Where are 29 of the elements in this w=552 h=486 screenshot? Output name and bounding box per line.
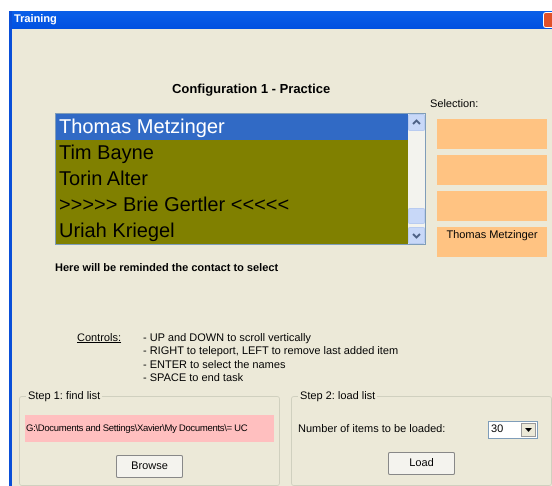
list-item[interactable]: Thomas Metzinger (56, 114, 408, 140)
path-field[interactable]: G:\Documents and Settings\Xavier\My Documents\= UC (25, 414, 274, 442)
heading: Configuration 1 - Practice (172, 81, 330, 96)
group-title: Step 1: find list (26, 390, 102, 404)
list-item[interactable]: Uriah Kriegel (56, 218, 408, 244)
list-item[interactable]: Torin Alter (56, 166, 408, 192)
load-button[interactable]: Load (388, 452, 455, 475)
control-hint: - UP and DOWN to scroll vertically (143, 332, 311, 344)
control-hint: - ENTER to select the names (143, 358, 286, 371)
items-count-dropdown[interactable]: 30 (488, 420, 538, 439)
browse-button[interactable]: Browse (116, 454, 183, 478)
window-title: Training (14, 13, 57, 27)
control-hint: - RIGHT to teleport, LEFT to remove last added item (143, 345, 398, 358)
list-item[interactable]: >>>>> Brie Gertler <<<<< (56, 192, 408, 218)
close-button[interactable] (543, 12, 552, 28)
name-listbox[interactable]: Thomas Metzinger Tim Bayne Torin Alter >>>>> Brie Gertler <<<<< Uriah Kriegel (55, 113, 426, 245)
items-count-label: Number of items to be loaded: (298, 423, 446, 437)
scrollbar[interactable] (408, 114, 425, 244)
control-hint: - SPACE to end task (143, 372, 244, 384)
list-item[interactable]: Tim Bayne (56, 140, 408, 166)
scroll-down-button[interactable] (408, 227, 425, 244)
reminder-text: Here will be reminded the contact to select (55, 262, 278, 274)
scroll-up-button[interactable] (408, 114, 425, 131)
selected-name: Thomas Metzinger (446, 229, 538, 241)
selection-label: Selection: (430, 98, 478, 110)
controls-label: Controls: (77, 332, 122, 344)
dropdown-arrow-icon (525, 428, 532, 432)
scroll-thumb[interactable] (408, 208, 425, 224)
group-title: Step 2: load list (298, 390, 378, 404)
